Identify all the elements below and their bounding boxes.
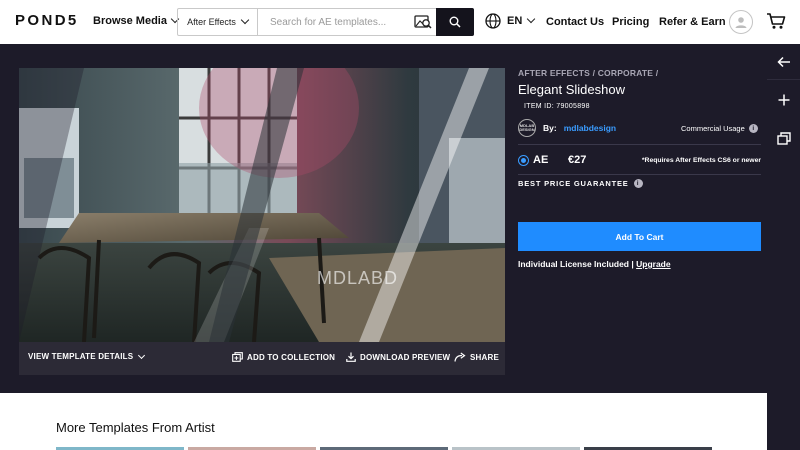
share-button[interactable]: SHARE	[454, 352, 499, 362]
license-option: AE €27 *Requires After Effects CS6 or ne…	[518, 152, 761, 168]
breadcrumb-after-effects[interactable]: AFTER EFFECTS	[518, 68, 590, 78]
browse-media-menu[interactable]: Browse Media	[93, 14, 180, 27]
artist-link[interactable]: mdlabdesign	[564, 123, 616, 133]
nav-refer-earn[interactable]: Refer & Earn	[659, 16, 726, 28]
cart-icon[interactable]	[766, 12, 786, 35]
media-type-dropdown[interactable]: After Effects	[178, 9, 258, 35]
by-label: By:	[543, 123, 557, 133]
guarantee-label: BEST PRICE GUARANTEE	[518, 179, 629, 188]
collection-icon	[232, 352, 243, 362]
license-note: Individual License Included | Upgrade	[518, 259, 671, 269]
chevron-down-icon	[138, 351, 146, 359]
chevron-down-icon	[240, 15, 250, 25]
add-to-collection-button[interactable]: ADD TO COLLECTION	[232, 352, 335, 362]
best-price-guarantee: BEST PRICE GUARANTEE i	[518, 179, 643, 188]
download-preview-label: DOWNLOAD PREVIEW	[360, 352, 451, 362]
search-bar: After Effects	[177, 8, 474, 36]
language-label: EN	[507, 15, 523, 27]
item-id: ITEM ID: 79005898	[524, 103, 590, 110]
view-details-label: VIEW TEMPLATE DETAILS	[28, 352, 134, 361]
product-title: Elegant Slideshow	[518, 82, 625, 97]
top-navigation: POND5 Browse Media After Effects Search …	[0, 0, 800, 44]
pond5-logo[interactable]: POND5	[15, 12, 79, 29]
search-icon	[449, 16, 461, 28]
preview-image	[19, 68, 505, 342]
nav-pricing[interactable]: Pricing	[612, 16, 649, 28]
commercial-usage: Commercial Usage i	[681, 124, 758, 133]
search-input[interactable]	[258, 9, 410, 35]
browse-media-label: Browse Media	[93, 15, 167, 27]
format-radio[interactable]	[518, 154, 529, 166]
compare-icon[interactable]	[767, 120, 800, 156]
add-icon[interactable]	[767, 82, 800, 118]
breadcrumb-corporate[interactable]: CORPORATE	[598, 68, 653, 78]
visual-search-icon[interactable]	[410, 9, 436, 35]
upgrade-link[interactable]: Upgrade	[636, 259, 670, 269]
user-icon	[735, 17, 747, 28]
artist-info: MDLAB DESIGN By: mdlabdesign	[518, 119, 616, 137]
preview-action-bar: VIEW TEMPLATE DETAILS ADD TO COLLECTION …	[19, 342, 505, 375]
divider	[518, 174, 761, 175]
language-selector[interactable]: EN	[485, 13, 536, 29]
commercial-usage-label: Commercial Usage	[681, 124, 745, 133]
share-icon	[454, 352, 466, 362]
format-label: AE	[533, 154, 549, 166]
globe-icon	[485, 13, 501, 29]
media-type-label: After Effects	[187, 17, 236, 27]
account-avatar[interactable]	[729, 10, 753, 34]
info-icon[interactable]: i	[633, 179, 643, 188]
requirement-note: *Requires After Effects CS6 or newer	[641, 156, 761, 164]
breadcrumb: AFTER EFFECTS / CORPORATE /	[518, 68, 659, 78]
search-button[interactable]	[436, 8, 474, 36]
divider	[518, 144, 761, 145]
back-arrow-icon[interactable]	[767, 44, 800, 80]
video-preview[interactable]: MDLABD	[19, 68, 505, 342]
download-preview-button[interactable]: DOWNLOAD PREVIEW	[346, 352, 450, 362]
info-icon[interactable]: i	[748, 124, 758, 133]
license-included-text: Individual License Included	[518, 259, 629, 269]
share-label: SHARE	[470, 352, 500, 362]
add-to-collection-label: ADD TO COLLECTION	[247, 352, 336, 362]
nav-contact-us[interactable]: Contact Us	[546, 16, 604, 28]
add-to-cart-button[interactable]: Add To Cart	[518, 222, 761, 251]
download-icon	[346, 352, 356, 362]
view-template-details-button[interactable]: VIEW TEMPLATE DETAILS	[28, 351, 146, 361]
chevron-down-icon	[527, 14, 536, 24]
artist-avatar[interactable]: MDLAB DESIGN	[518, 119, 536, 137]
more-templates-heading: More Templates From Artist	[56, 420, 215, 435]
side-action-rail	[767, 44, 800, 450]
preview-watermark: MDLABD	[317, 268, 399, 288]
price: €27	[568, 154, 587, 166]
